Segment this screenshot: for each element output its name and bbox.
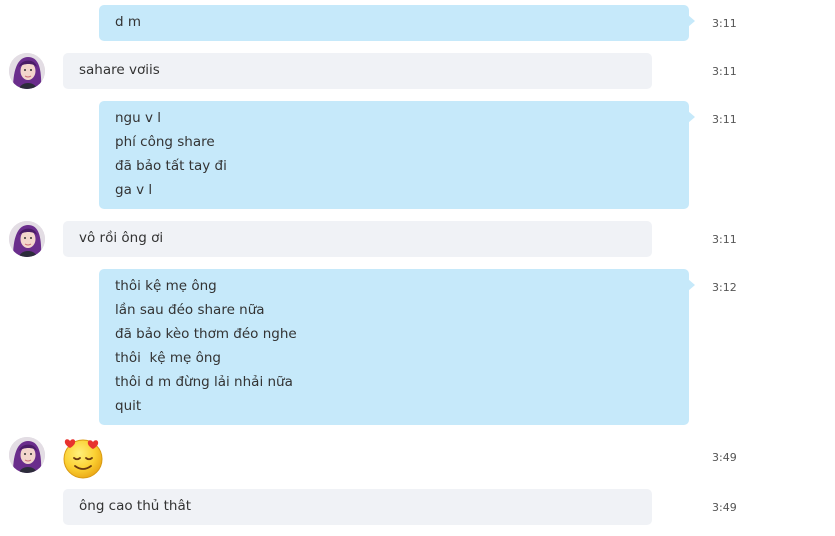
message-text: quit — [115, 398, 142, 414]
message-text: thôi kệ mẹ ông — [115, 350, 221, 366]
message-text: phí công share — [115, 134, 215, 150]
chat-conversation: d m 3:11 sahare vơiis 3:11 ngu v l phí c… — [0, 0, 835, 536]
message-bubble[interactable]: ông cao thủ thât — [63, 489, 652, 525]
message-bubble[interactable]: ngu v l phí công share đã bảo tất tay đi… — [99, 101, 695, 209]
message-text: đã bảo kèo thơm đéo nghe — [115, 326, 297, 342]
message-timestamp: 3:11 — [712, 113, 737, 126]
message-text: ga v l — [115, 182, 153, 198]
message-timestamp: 3:11 — [712, 65, 737, 78]
message-text: lần sau đéo share nữa — [115, 302, 265, 318]
message-timestamp: 3:11 — [712, 233, 737, 246]
message-text: sahare vơiis — [79, 62, 160, 78]
smiling-face-with-heart-eyes-icon[interactable] — [62, 437, 104, 479]
message-timestamp: 3:11 — [712, 17, 737, 30]
message-text: thôi d m đừng lải nhải nữa — [115, 374, 293, 390]
avatar[interactable] — [9, 221, 45, 257]
message-bubble[interactable]: sahare vơiis — [63, 53, 652, 89]
message-text: vô rồi ông ơi — [79, 230, 164, 246]
message-text: thôi kệ mẹ ông — [115, 278, 217, 294]
message-text: d m — [115, 14, 142, 30]
avatar[interactable] — [9, 437, 45, 473]
message-timestamp: 3:49 — [712, 451, 737, 464]
message-text: ngu v l — [115, 110, 162, 126]
message-timestamp: 3:12 — [712, 281, 737, 294]
message-text: ông cao thủ thât — [79, 498, 192, 514]
message-bubble[interactable]: vô rồi ông ơi — [63, 221, 652, 257]
avatar[interactable] — [9, 53, 45, 89]
message-text: đã bảo tất tay đi — [115, 158, 227, 174]
message-timestamp: 3:49 — [712, 501, 737, 514]
message-bubble[interactable]: thôi kệ mẹ ông lần sau đéo share nữa đã … — [99, 269, 695, 425]
message-bubble[interactable]: d m — [99, 5, 695, 41]
